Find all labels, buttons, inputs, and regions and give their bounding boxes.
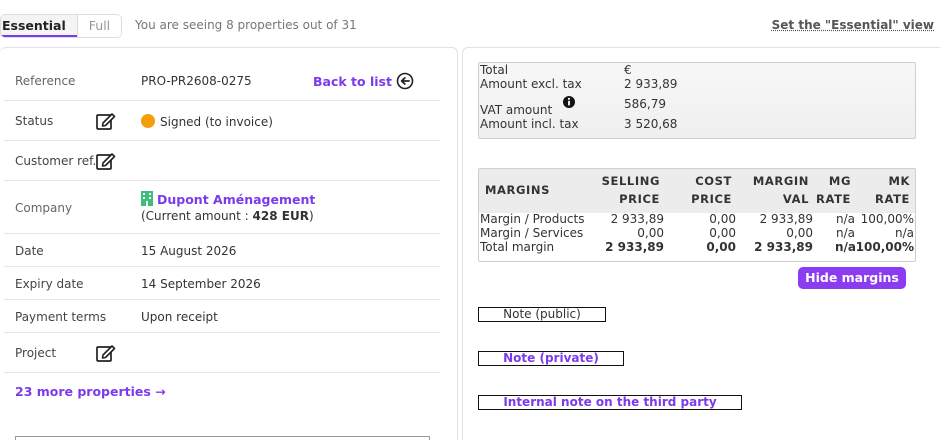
margin-total-mg: n/a (834, 240, 856, 254)
field-row-project: Project (4, 333, 440, 373)
more-properties-link[interactable]: 23 more properties → (15, 384, 166, 399)
margin-row-selling: 0,00 (637, 226, 664, 240)
note-private-button[interactable]: Note (private) (478, 351, 624, 366)
note-public-button[interactable]: Note (public) (478, 307, 606, 322)
field-value-company: Dupont Aménagement (Current amount : 428… (141, 191, 315, 224)
margin-total-selling: 2 933,89 (605, 240, 664, 254)
field-row-reference: Reference PRO-PR2608-0275 Back to list (4, 61, 440, 101)
amount-excl-tax-value: 2 933,89 (624, 77, 678, 91)
field-row-expiry-date: Expiry date 14 September 2026 (4, 267, 440, 300)
margin-row-mk: 100,00% (860, 212, 914, 226)
current-amount-prefix: (Current amount : (141, 209, 253, 223)
field-value-status: Signed (to invoice) (141, 114, 273, 129)
col-cost-1: COST (695, 174, 732, 188)
company-link[interactable]: Dupont Aménagement (157, 192, 315, 207)
amount-incl-tax-value: 3 520,68 (624, 117, 678, 131)
field-row-payment-terms: Payment terms Upon receipt (4, 300, 440, 333)
hide-margins-button[interactable]: Hide margins (798, 267, 906, 289)
status-dot-icon (141, 114, 155, 128)
margin-total-mk: 100,00% (855, 240, 914, 254)
building-icon (141, 191, 153, 206)
col-mg-2: RATE (816, 192, 851, 206)
col-margin-1: MARGIN (752, 174, 809, 188)
margin-row-cost: 0,00 (709, 226, 736, 240)
vat-amount-value: 586,79 (624, 97, 666, 111)
field-value-expiry-date: 14 September 2026 (141, 277, 261, 291)
col-selling-1: SELLING (601, 174, 660, 188)
set-essential-view-link[interactable]: Set the "Essential" view (772, 18, 934, 32)
field-value-reference: PRO-PR2608-0275 (141, 74, 252, 88)
margin-row-mg: n/a (835, 226, 855, 240)
col-margin-2: VAL (782, 192, 809, 206)
totals-table: Total € Amount excl. tax 2 933,89 VAT am… (478, 62, 916, 139)
amount-incl-tax-label: Amount incl. tax (480, 117, 579, 131)
vat-amount-label: VAT amount (480, 103, 553, 117)
edit-icon[interactable] (95, 151, 117, 171)
field-label-payment-terms: Payment terms (15, 310, 107, 324)
margin-total-cost: 0,00 (706, 240, 736, 254)
field-value-payment-terms: Upon receipt (141, 310, 218, 324)
field-label-expiry-date: Expiry date (15, 277, 84, 291)
current-amount-value: 428 EUR (252, 209, 309, 223)
tab-full[interactable]: Full (76, 15, 122, 37)
edit-icon[interactable] (95, 343, 117, 363)
field-label-date: Date (15, 244, 44, 258)
margin-row-margin: 2 933,89 (759, 212, 813, 226)
field-label-customer-ref: Customer ref. (15, 154, 97, 168)
view-tabs: Essential Full (0, 14, 123, 38)
margin-row-cost: 0,00 (709, 212, 736, 226)
margin-total-margin: 2 933,89 (754, 240, 813, 254)
margin-row-label: Margin / Products (480, 212, 585, 226)
margin-row-selling: 2 933,89 (610, 212, 664, 226)
margins-title: MARGINS (485, 183, 551, 197)
field-label-project: Project (15, 346, 57, 360)
info-icon[interactable] (562, 95, 576, 109)
bottom-field-box (15, 436, 430, 440)
field-row-company: Company Dupont Aménagement (Current amou… (4, 181, 440, 234)
total-label: Total (480, 63, 509, 77)
field-row-status: Status Signed (to invoice) (4, 101, 440, 141)
margin-total-label: Total margin (480, 240, 555, 254)
field-label-reference: Reference (15, 74, 76, 88)
properties-count-text: You are seeing 8 properties out of 31 (135, 18, 357, 32)
status-text: Signed (to invoice) (160, 115, 273, 129)
field-row-date: Date 15 August 2026 (4, 234, 440, 267)
back-to-list-link[interactable]: Back to list (313, 72, 414, 90)
margin-row-margin: 0,00 (786, 226, 813, 240)
margin-row-label: Margin / Services (480, 226, 584, 240)
third-party-note-button[interactable]: Internal note on the third party (478, 395, 742, 410)
amount-excl-tax-label: Amount excl. tax (480, 77, 582, 91)
current-amount-suffix: ) (308, 209, 314, 223)
back-arrow-circle-icon (396, 72, 414, 90)
back-to-list-label: Back to list (313, 73, 392, 89)
col-mk-2: RATE (875, 192, 910, 206)
total-currency: € (624, 63, 632, 77)
col-mg-1: MG (828, 174, 851, 188)
col-mk-1: MK (888, 174, 910, 188)
margin-row-mk: n/a (894, 226, 914, 240)
col-selling-2: PRICE (619, 192, 660, 206)
field-label-company: Company (15, 201, 73, 215)
field-value-date: 15 August 2026 (141, 244, 237, 258)
edit-icon[interactable] (95, 111, 117, 131)
margins-table: MARGINS SELLING PRICE COST PRICE MARGIN … (478, 168, 916, 262)
field-label-status: Status (15, 114, 54, 128)
col-cost-2: PRICE (691, 192, 732, 206)
margin-row-mg: n/a (835, 212, 855, 226)
tab-essential[interactable]: Essential (1, 15, 77, 37)
field-row-customer-ref: Customer ref. (4, 141, 440, 181)
